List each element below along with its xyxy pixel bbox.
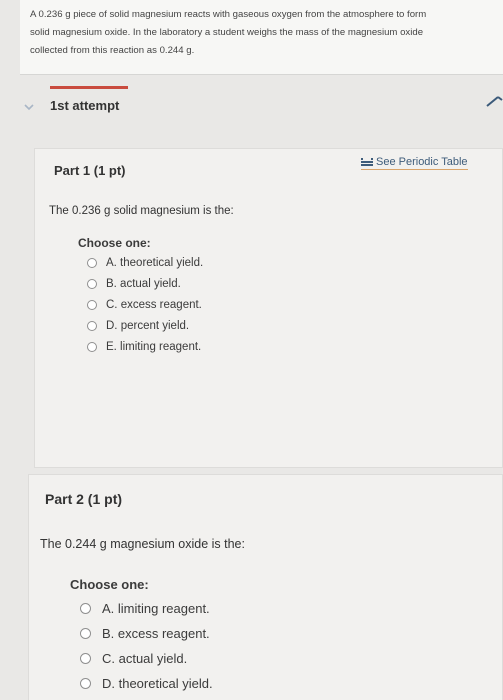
periodic-table-icon — [361, 158, 373, 166]
part1-choice-b[interactable]: B. actual yield. — [87, 278, 181, 290]
radio-button[interactable] — [87, 300, 97, 310]
part1-title: Part 1 (1 pt) — [54, 163, 126, 178]
choice-label: B. excess reagent. — [102, 626, 210, 641]
part2-title: Part 2 (1 pt) — [45, 491, 123, 507]
see-periodic-table-link[interactable]: See Periodic Table — [361, 156, 468, 170]
attempt-tab-indicator — [50, 86, 128, 89]
radio-button[interactable] — [87, 342, 97, 352]
choice-label: D. theoretical yield. — [102, 676, 213, 691]
see-periodic-table-label: See Periodic Table — [376, 156, 468, 168]
radio-button[interactable] — [80, 628, 91, 639]
part2-choice-d[interactable]: D. theoretical yield. — [80, 676, 213, 691]
problem-line-2: solid magnesium oxide. In the laboratory… — [30, 27, 424, 38]
part1-choice-c[interactable]: C. excess reagent. — [87, 299, 202, 311]
problem-statement: A 0.236 g piece of solid magnesium react… — [20, 0, 503, 75]
part2-choice-c[interactable]: C. actual yield. — [80, 651, 187, 666]
radio-button[interactable] — [87, 321, 97, 331]
chevron-down-icon[interactable] — [24, 103, 34, 111]
choice-label: B. actual yield. — [106, 278, 181, 290]
part1-choose-label: Choose one: — [78, 236, 151, 250]
radio-button[interactable] — [80, 653, 91, 664]
radio-button[interactable] — [80, 678, 91, 689]
choice-label: A. theoretical yield. — [106, 257, 204, 269]
choice-label: C. actual yield. — [102, 651, 188, 666]
pencil-icon[interactable] — [486, 95, 503, 107]
part2-choose-label: Choose one: — [70, 577, 149, 592]
choice-label: D. percent yield. — [106, 320, 190, 332]
part1-choice-e[interactable]: E. limiting reagent. — [87, 341, 201, 353]
part1-choice-a[interactable]: A. theoretical yield. — [87, 257, 203, 269]
part1-choice-d[interactable]: D. percent yield. — [87, 320, 189, 332]
part1-question: The 0.236 g solid magnesium is the: — [49, 205, 234, 217]
radio-button[interactable] — [87, 258, 97, 268]
part2-question: The 0.244 g magnesium oxide is the: — [40, 537, 245, 551]
part2-choice-a[interactable]: A. limiting reagent. — [80, 601, 210, 616]
radio-button[interactable] — [80, 603, 91, 614]
attempt-label[interactable]: 1st attempt — [50, 98, 119, 113]
radio-button[interactable] — [87, 279, 97, 289]
problem-line-1: A 0.236 g piece of solid magnesium react… — [30, 9, 427, 20]
choice-label: C. excess reagent. — [106, 299, 202, 311]
choice-label: E. limiting reagent. — [106, 341, 202, 353]
problem-line-3: collected from this reaction as 0.244 g. — [30, 45, 195, 56]
part2-choice-b[interactable]: B. excess reagent. — [80, 626, 210, 641]
choice-label: A. limiting reagent. — [102, 601, 210, 616]
